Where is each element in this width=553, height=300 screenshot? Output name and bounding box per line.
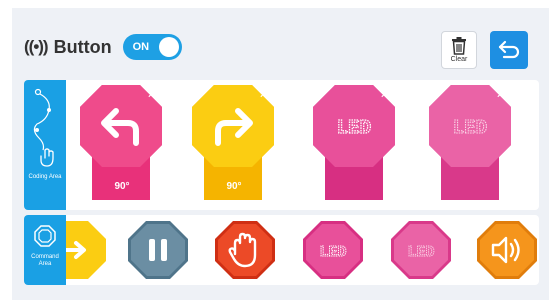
coding-path-icon	[33, 88, 54, 167]
command-led-dim[interactable]: LED	[391, 221, 451, 279]
coding-block-led[interactable]: LED ×	[313, 85, 395, 200]
svg-text:LED: LED	[453, 117, 487, 139]
remove-block-icon[interactable]: ×	[260, 91, 266, 101]
button-signal-icon: ((•))	[24, 37, 49, 56]
on-off-toggle[interactable]: ON	[122, 34, 182, 60]
toggle-knob	[158, 37, 179, 57]
clear-button[interactable]: Clear	[441, 31, 477, 69]
command-area-label: Command Area	[31, 254, 59, 267]
coding-area-label: Coding Area	[28, 174, 62, 180]
block-angle-label: 90°	[114, 181, 130, 192]
coding-block-turn-right[interactable]: × 90°	[192, 85, 274, 200]
trash-icon	[452, 37, 466, 55]
svg-text:LED: LED	[337, 117, 371, 139]
command-stop-hand[interactable]	[215, 221, 275, 279]
svg-text:LED: LED	[407, 244, 434, 261]
octagon-icon	[34, 225, 56, 247]
svg-text:LED: LED	[319, 244, 346, 261]
remove-block-icon[interactable]: ×	[381, 91, 387, 101]
toggle-label: ON	[132, 41, 150, 53]
coding-block-turn-left[interactable]: × 90°	[80, 85, 162, 200]
coding-area-panel: Coding Area × 90° × 90° LED × LED ×	[24, 80, 539, 210]
back-arrow-icon	[498, 40, 520, 59]
command-sound[interactable]	[477, 221, 537, 279]
command-pause[interactable]	[128, 221, 188, 279]
block-angle-label: 90°	[226, 181, 242, 192]
remove-block-icon[interactable]: ×	[497, 91, 503, 101]
page-title: Button	[53, 36, 112, 57]
coding-block-led-dim[interactable]: LED ×	[429, 85, 511, 200]
command-area-panel: Command Area LED LED	[24, 215, 539, 285]
command-area-tab: Command Area	[24, 215, 66, 285]
edge	[549, 8, 553, 300]
command-led[interactable]: LED	[303, 221, 363, 279]
command-turn-right[interactable]	[66, 221, 106, 279]
remove-block-icon[interactable]: ×	[148, 91, 154, 101]
header: ((•)) Button ON	[24, 34, 182, 60]
clear-label: Clear	[450, 56, 468, 63]
coding-area-tab: Coding Area	[24, 80, 66, 210]
back-button[interactable]	[490, 31, 528, 69]
